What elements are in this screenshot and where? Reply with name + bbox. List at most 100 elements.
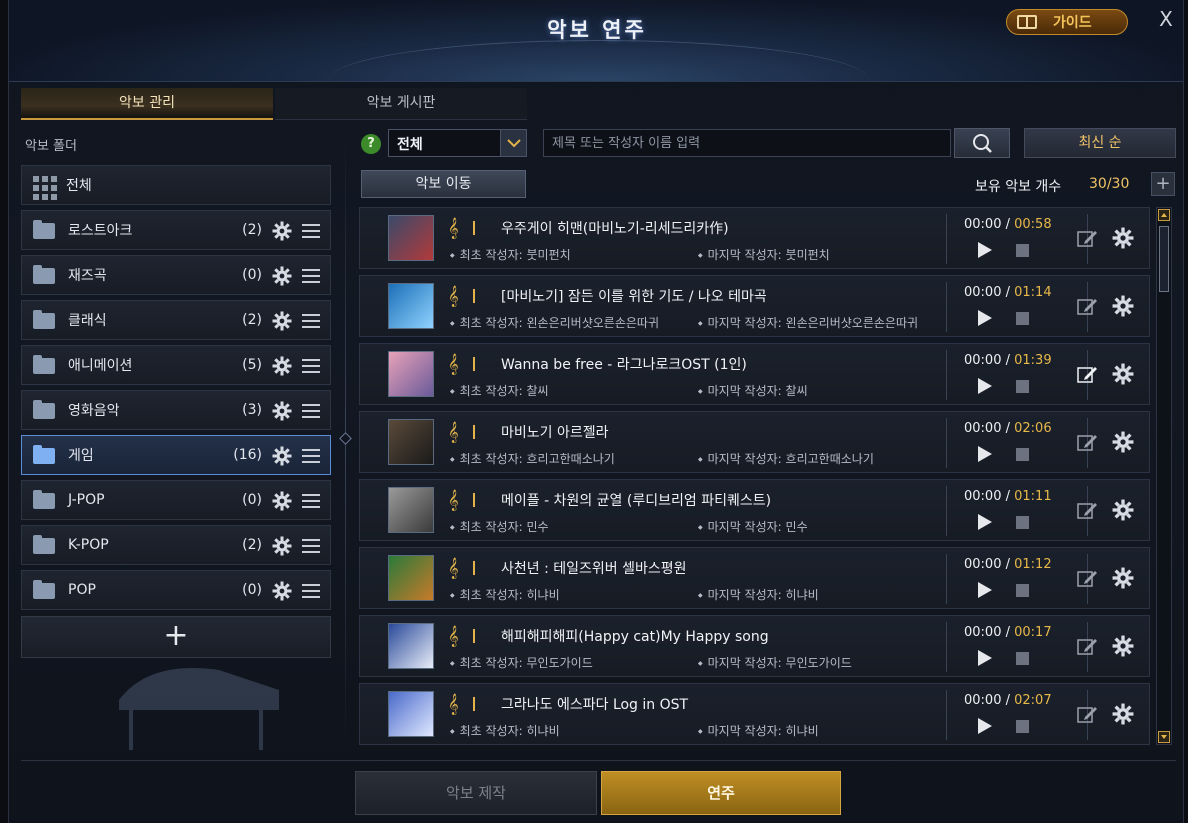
- current-time: 00:00: [964, 693, 1002, 708]
- menu-icon[interactable]: [302, 404, 320, 422]
- edit-icon[interactable]: [1077, 432, 1099, 452]
- folder-item-all[interactable]: 전체: [21, 165, 331, 205]
- edit-icon[interactable]: [1077, 296, 1099, 316]
- folder-item[interactable]: 재즈곡 (0): [21, 255, 331, 295]
- instrument-count-icon: [473, 425, 475, 439]
- score-time: 00:00 / 01:39: [964, 353, 1052, 368]
- stop-icon[interactable]: [1016, 244, 1029, 257]
- folder-item[interactable]: 로스트아크 (2): [21, 210, 331, 250]
- stop-icon[interactable]: [1016, 448, 1029, 461]
- folder-item[interactable]: 애니메이션 (5): [21, 345, 331, 385]
- folder-item[interactable]: K-POP (2): [21, 525, 331, 565]
- guide-button[interactable]: 가이드: [1006, 9, 1128, 35]
- tab-score-management[interactable]: 악보 관리: [21, 88, 273, 120]
- folder-item[interactable]: 영화음악 (3): [21, 390, 331, 430]
- help-icon[interactable]: ?: [361, 134, 381, 154]
- treble-clef-icon: 𝄞: [448, 422, 459, 443]
- play-icon[interactable]: [978, 650, 992, 666]
- current-time: 00:00: [964, 217, 1002, 232]
- score-list-scrollbar[interactable]: [1156, 207, 1172, 745]
- score-last-author: 마지막 작성자: 왼손은리버샷오른손은따귀: [698, 314, 918, 331]
- stop-icon[interactable]: [1016, 516, 1029, 529]
- score-first-author: 최초 작성자: 붓미펀치: [450, 246, 571, 263]
- score-row[interactable]: 𝄞 마비노기 아르젤라 최초 작성자: 흐리고한때소나기 마지막 작성자: 흐리…: [359, 411, 1150, 473]
- stop-icon[interactable]: [1016, 652, 1029, 665]
- play-icon[interactable]: [978, 310, 992, 326]
- search-button[interactable]: [954, 128, 1010, 158]
- play-icon[interactable]: [978, 242, 992, 258]
- play-button[interactable]: 연주: [601, 771, 841, 815]
- gear-icon[interactable]: [272, 356, 292, 380]
- folder-icon: [33, 490, 55, 509]
- folder-item[interactable]: J-POP (0): [21, 480, 331, 520]
- gear-icon[interactable]: [1112, 635, 1134, 661]
- row-divider: [946, 350, 947, 400]
- tab-score-board[interactable]: 악보 게시판: [275, 88, 527, 120]
- folder-item[interactable]: 클래식 (2): [21, 300, 331, 340]
- score-row[interactable]: 𝄞 메이플 - 차원의 균열 (루디브리엄 파티퀘스트) 최초 작성자: 민수 …: [359, 479, 1150, 541]
- gear-icon[interactable]: [1112, 567, 1134, 593]
- gear-icon[interactable]: [1112, 499, 1134, 525]
- move-score-button[interactable]: 악보 이동: [361, 170, 526, 198]
- time-separator: /: [1001, 625, 1015, 640]
- title-decoration: [329, 40, 869, 80]
- stop-icon[interactable]: [1016, 312, 1029, 325]
- gear-icon[interactable]: [1112, 703, 1134, 729]
- score-thumbnail: [388, 215, 434, 261]
- folder-item[interactable]: POP (0): [21, 570, 331, 610]
- folder-count: (0): [242, 582, 262, 598]
- edit-icon[interactable]: [1077, 568, 1099, 588]
- menu-icon[interactable]: [302, 224, 320, 242]
- stop-icon[interactable]: [1016, 720, 1029, 733]
- folder-item[interactable]: 게임 (16): [21, 435, 331, 475]
- sort-button[interactable]: 최신 순: [1024, 128, 1176, 158]
- gear-icon[interactable]: [272, 491, 292, 515]
- menu-icon[interactable]: [302, 359, 320, 377]
- gear-icon[interactable]: [272, 221, 292, 245]
- menu-icon[interactable]: [302, 269, 320, 287]
- score-row[interactable]: 𝄞 우주게이 히맨(마비노기-리세드리카作) 최초 작성자: 붓미펀치 마지막 …: [359, 207, 1150, 269]
- score-row[interactable]: 𝄞 사천년 : 테일즈위버 셀바스평원 최초 작성자: 히냐비 마지막 작성자:…: [359, 547, 1150, 609]
- gear-icon[interactable]: [272, 446, 292, 470]
- menu-icon[interactable]: [302, 539, 320, 557]
- gear-icon[interactable]: [272, 311, 292, 335]
- play-icon[interactable]: [978, 446, 992, 462]
- stop-icon[interactable]: [1016, 584, 1029, 597]
- filter-dropdown[interactable]: 전체: [388, 129, 527, 157]
- edit-icon[interactable]: [1077, 500, 1099, 520]
- close-button[interactable]: X: [1155, 8, 1177, 30]
- scroll-thumb[interactable]: [1159, 226, 1169, 292]
- edit-icon[interactable]: [1077, 364, 1099, 384]
- row-divider: [946, 690, 947, 740]
- score-row[interactable]: 𝄞 해피해피해피(Happy cat)My Happy song 최초 작성자:…: [359, 615, 1150, 677]
- gear-icon[interactable]: [272, 401, 292, 425]
- edit-icon[interactable]: [1077, 704, 1099, 724]
- scroll-down-button[interactable]: [1158, 731, 1170, 743]
- gear-icon[interactable]: [1112, 295, 1134, 321]
- gear-icon[interactable]: [272, 266, 292, 290]
- edit-icon[interactable]: [1077, 636, 1099, 656]
- search-input[interactable]: [543, 129, 951, 157]
- menu-icon[interactable]: [302, 314, 320, 332]
- add-score-button[interactable]: +: [1151, 172, 1175, 196]
- play-icon[interactable]: [978, 718, 992, 734]
- add-folder-button[interactable]: +: [21, 616, 331, 658]
- play-icon[interactable]: [978, 582, 992, 598]
- score-row[interactable]: 𝄞 그라나도 에스파다 Log in OST 최초 작성자: 히냐비 마지막 작…: [359, 683, 1150, 745]
- play-icon[interactable]: [978, 514, 992, 530]
- score-row[interactable]: 𝄞 [마비노기] 잠든 이를 위한 기도 / 나오 테마곡 최초 작성자: 왼손…: [359, 275, 1150, 337]
- gear-icon[interactable]: [1112, 431, 1134, 457]
- scroll-up-button[interactable]: [1158, 209, 1170, 221]
- menu-icon[interactable]: [302, 449, 320, 467]
- edit-icon[interactable]: [1077, 228, 1099, 248]
- menu-icon[interactable]: [302, 584, 320, 602]
- menu-icon[interactable]: [302, 494, 320, 512]
- stop-icon[interactable]: [1016, 380, 1029, 393]
- gear-icon[interactable]: [1112, 363, 1134, 389]
- gear-icon[interactable]: [272, 536, 292, 560]
- play-icon[interactable]: [978, 378, 992, 394]
- create-score-button[interactable]: 악보 제작: [355, 771, 597, 815]
- gear-icon[interactable]: [272, 581, 292, 605]
- gear-icon[interactable]: [1112, 227, 1134, 253]
- score-row[interactable]: 𝄞 Wanna be free - 라그나로크OST (1인) 최초 작성자: …: [359, 343, 1150, 405]
